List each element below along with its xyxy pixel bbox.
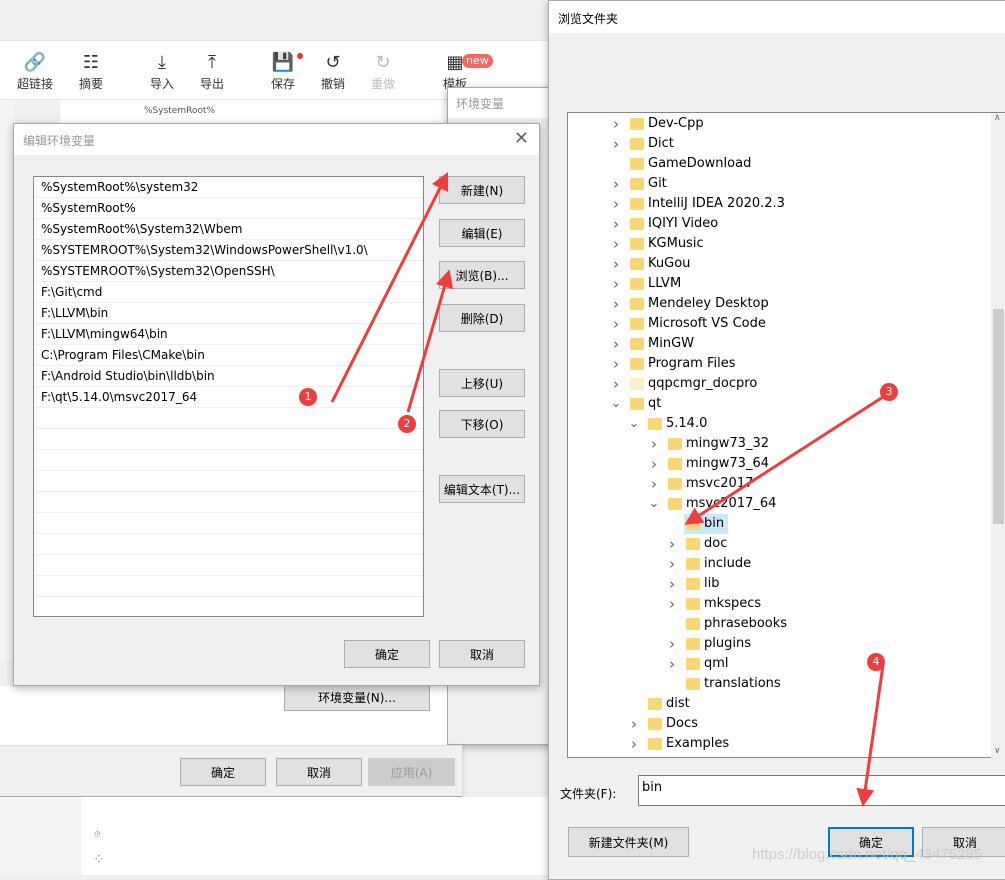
step-badge-3: 3 <box>880 383 898 401</box>
arrow-2 <box>406 269 454 413</box>
watermark: https://blog.csdn.net/qq_43475285 <box>752 846 983 863</box>
arrow-4 <box>856 664 885 807</box>
annotation-overlay <box>330 171 887 807</box>
step-badge-4: 4 <box>867 653 885 671</box>
arrow-1 <box>330 171 449 403</box>
step-badge-2: 2 <box>398 415 416 433</box>
step-badge-1: 1 <box>299 388 317 406</box>
arrow-3 <box>684 393 887 525</box>
